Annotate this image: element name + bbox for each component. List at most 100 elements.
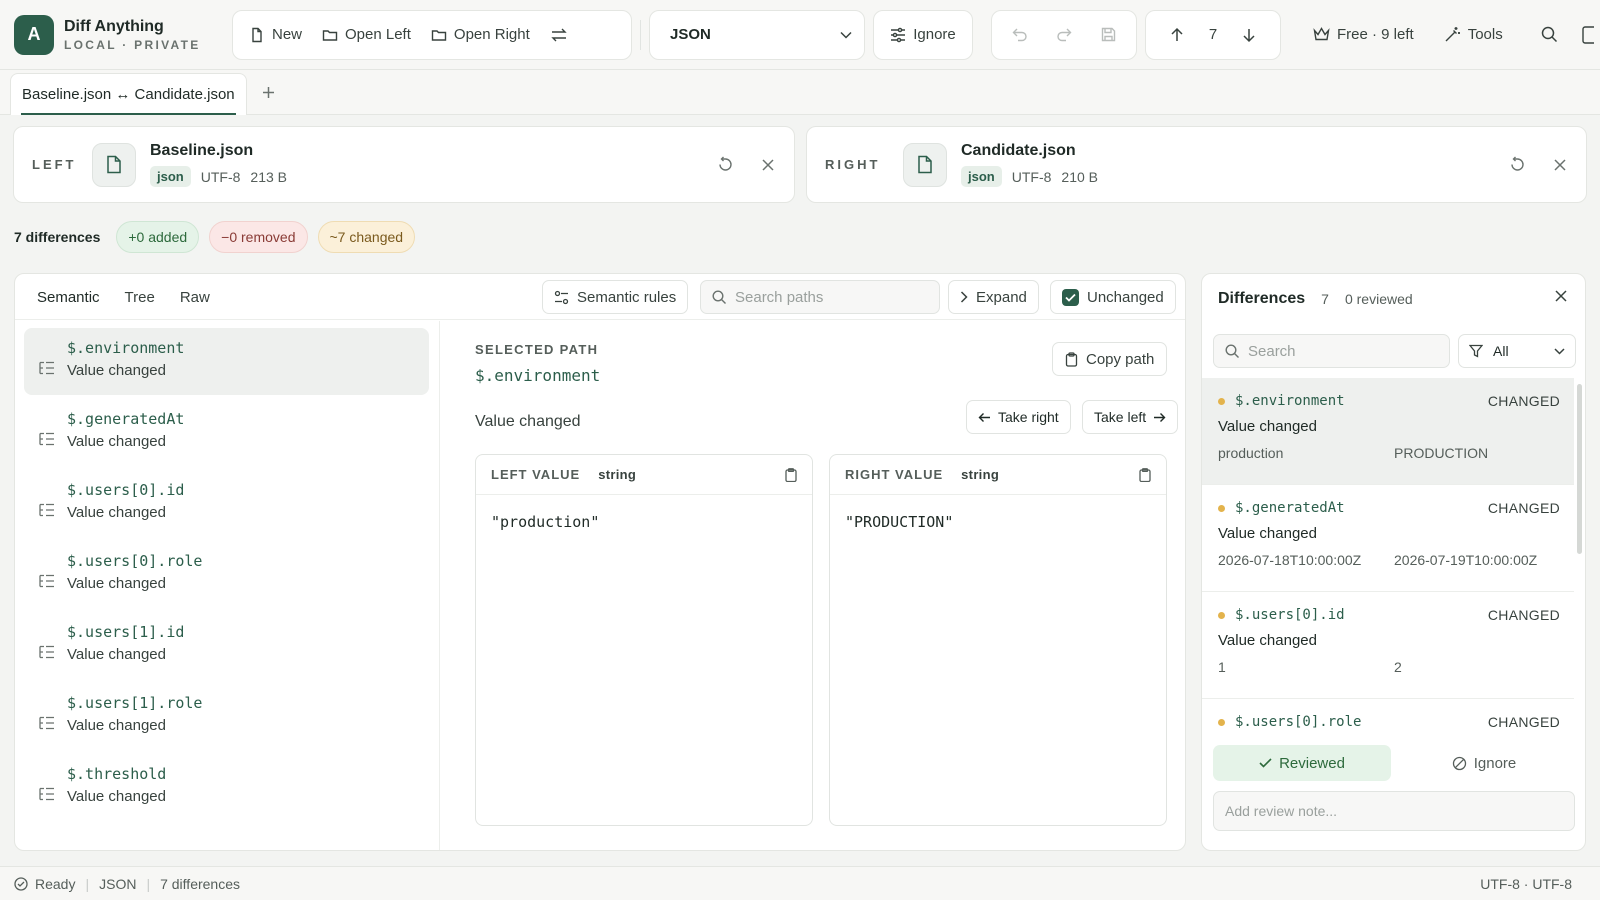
semantic-rules-button[interactable]: Semantic rules (542, 280, 689, 314)
path-list-item[interactable]: $.users[0].role Value changed (24, 541, 429, 608)
left-size: 213 B (250, 168, 287, 185)
search-paths-input[interactable]: Search paths (700, 280, 940, 314)
difference-item[interactable]: $.environment CHANGED Value changed product… (1202, 378, 1574, 485)
redo-icon (1056, 28, 1072, 42)
format-select[interactable]: JSON (649, 9, 865, 60)
differences-filter-select[interactable]: All (1458, 334, 1576, 368)
tab-tree[interactable]: Tree (125, 289, 155, 306)
reload-icon[interactable] (717, 156, 734, 173)
difference-item[interactable]: $.users[0].role CHANGED (1202, 699, 1574, 738)
close-icon[interactable] (1554, 158, 1566, 171)
path-list-item[interactable]: $.users[1].role Value changed (24, 683, 429, 750)
save-button[interactable] (1091, 17, 1126, 53)
added-badge[interactable]: +0 added (116, 221, 200, 253)
open-left-button[interactable]: Open Left (312, 17, 421, 53)
panel-toggle-button[interactable] (1582, 25, 1594, 44)
differences-list: $.environment CHANGED Value changed product… (1202, 378, 1585, 738)
undo-button[interactable] (1002, 17, 1038, 53)
save-icon (1101, 27, 1116, 42)
top-toolbar: A Diff Anything LOCAL · PRIVATE New Open… (0, 0, 1600, 70)
path-item-description: Value changed (67, 717, 166, 734)
review-note-input[interactable]: Add review note... (1213, 791, 1575, 831)
folder-icon (322, 27, 338, 43)
changed-badge[interactable]: ~7 changed (317, 221, 416, 253)
search-icon (1225, 343, 1240, 359)
removed-badge[interactable]: −0 removed (209, 221, 308, 253)
close-icon[interactable] (762, 158, 774, 171)
previous-diff-button[interactable] (1160, 17, 1194, 53)
tools-button[interactable]: Tools (1444, 26, 1503, 43)
redo-button[interactable] (1046, 17, 1082, 53)
right-file-name: Candidate.json (961, 142, 1076, 159)
diff-viewer: Semantic Tree Raw Semantic rules Search … (14, 273, 1186, 851)
differences-panel: Differences 7 0 reviewed Search All $.en… (1201, 273, 1586, 851)
app-subtitle: LOCAL · PRIVATE (64, 37, 201, 52)
add-tab-button[interactable] (262, 82, 275, 105)
differences-scrollbar[interactable] (1577, 384, 1582, 554)
tree-node-icon (39, 554, 55, 608)
take-right-label: Take right (998, 409, 1059, 425)
path-list-item[interactable]: $.environment Value changed (24, 328, 429, 395)
difference-item[interactable]: $.generatedAt CHANGED Value changed 2026-07… (1202, 485, 1574, 592)
path-item-path: $.users[0].id (67, 481, 185, 499)
chevron-down-icon (1554, 347, 1565, 355)
clipboard-icon[interactable] (1139, 467, 1151, 482)
path-list-item[interactable]: $.users[0].id Value changed (24, 470, 429, 537)
clipboard-icon[interactable] (785, 467, 797, 482)
ignore-button[interactable]: Ignore (873, 9, 973, 60)
reload-icon[interactable] (1509, 156, 1526, 173)
unchanged-label: Unchanged (1087, 288, 1164, 306)
clipboard-icon (1065, 351, 1078, 367)
left-file-card: LEFT Baseline.json json UTF-8 213 B (13, 126, 795, 203)
right-value-box: RIGHT VALUE string "PRODUCTION" (829, 454, 1167, 826)
copy-path-label: Copy path (1086, 350, 1155, 368)
next-diff-button[interactable] (1232, 17, 1266, 53)
viewer-header: Semantic Tree Raw Semantic rules Search … (15, 274, 1185, 320)
search-button[interactable] (1541, 26, 1558, 43)
tab-raw[interactable]: Raw (180, 289, 210, 306)
new-button[interactable]: New (239, 17, 312, 53)
magic-wand-icon (1444, 26, 1461, 43)
right-value: "PRODUCTION" (845, 513, 954, 531)
tab-label: Baseline.json ↔ Candidate.json (22, 86, 235, 103)
close-icon[interactable] (1555, 290, 1567, 302)
undo-icon (1012, 28, 1028, 42)
path-list-item[interactable]: $.users[1].id Value changed (24, 612, 429, 679)
ignore-difference-button[interactable]: Ignore (1395, 745, 1573, 781)
reviewed-button[interactable]: Reviewed (1213, 745, 1391, 781)
take-left-button[interactable]: Take left (1082, 400, 1179, 434)
chevron-down-icon (840, 31, 852, 39)
sidebar-icon (1582, 25, 1594, 44)
swap-sides-button[interactable] (540, 17, 578, 53)
differences-search-input[interactable]: Search (1213, 334, 1450, 368)
new-file-icon (249, 27, 265, 43)
status-bar: Ready | JSON | 7 differences UTF-8 · UTF… (0, 866, 1600, 900)
right-value-type: string (961, 467, 1000, 482)
expand-label: Expand (976, 288, 1027, 306)
filter-icon (1469, 344, 1483, 358)
copy-path-button[interactable]: Copy path (1052, 342, 1168, 376)
path-item-description: Value changed (67, 575, 166, 592)
open-right-button[interactable]: Open Right (421, 17, 540, 53)
tab-semantic[interactable]: Semantic (37, 289, 100, 306)
left-file-name: Baseline.json (150, 142, 254, 159)
difference-item[interactable]: $.users[0].id CHANGED Value changed 1 2 (1202, 592, 1574, 699)
path-item-path: $.environment (67, 339, 185, 357)
differences-search-placeholder: Search (1248, 342, 1296, 360)
search-paths-placeholder: Search paths (735, 288, 824, 306)
view-mode-tabs: Semantic Tree Raw (37, 274, 210, 320)
expand-button[interactable]: Expand (948, 280, 1039, 314)
plan-button[interactable]: Free · 9 left (1313, 26, 1414, 43)
unchanged-toggle[interactable]: Unchanged (1050, 280, 1176, 314)
rules-icon (554, 290, 569, 305)
path-list-item[interactable]: $.threshold Value changed (24, 754, 429, 821)
right-encoding: UTF-8 (1011, 168, 1052, 185)
tab-baseline-candidate[interactable]: Baseline.json ↔ Candidate.json (10, 73, 247, 115)
take-right-button[interactable]: Take right (966, 400, 1071, 434)
tree-node-icon (39, 767, 55, 821)
path-list-item[interactable]: $.generatedAt Value changed (24, 399, 429, 466)
status-separator: | (85, 875, 90, 892)
toolbar-divider (640, 19, 641, 50)
selected-path: $.environment (475, 366, 601, 385)
plan-label: Free · 9 left (1337, 26, 1414, 43)
